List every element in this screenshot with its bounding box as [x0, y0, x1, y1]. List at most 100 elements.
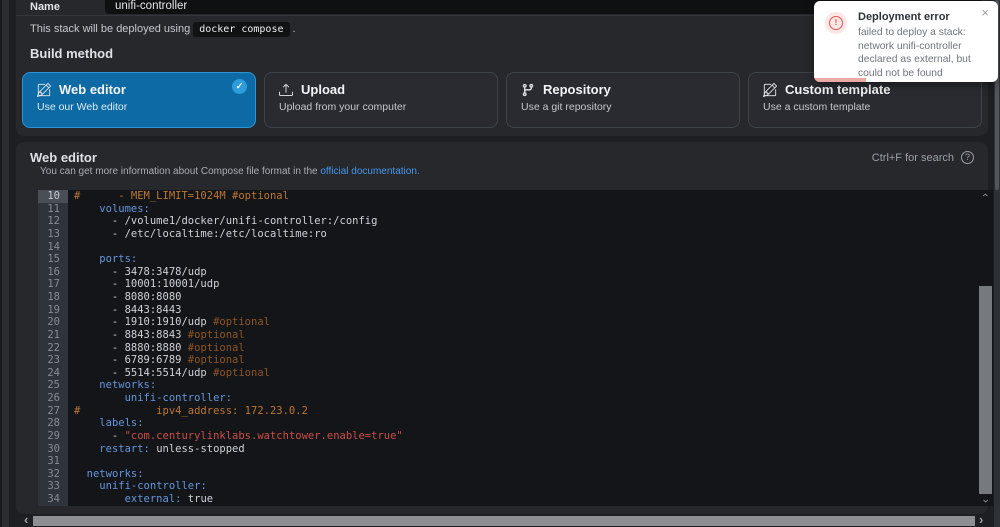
- code-line[interactable]: 34 external: true: [38, 493, 993, 506]
- code-text: labels:: [68, 417, 144, 430]
- card-repository-subtitle: Use a git repository: [521, 101, 725, 113]
- line-number: 21: [38, 329, 68, 342]
- line-number: 24: [38, 367, 68, 380]
- page-horizontal-scrollbar[interactable]: ‹ ›: [0, 514, 1000, 527]
- card-custom-template-subtitle: Use a custom template: [763, 101, 967, 113]
- code-line[interactable]: 13 - /etc/localtime:/etc/localtime:ro: [38, 228, 993, 241]
- build-method-heading: Build method: [30, 46, 113, 61]
- code-line[interactable]: 30 restart: unless-stopped: [38, 443, 993, 456]
- line-number: 31: [38, 455, 68, 468]
- line-number: 27: [38, 405, 68, 418]
- code-line[interactable]: 21 - 8843:8843 #optional: [38, 329, 993, 342]
- line-number: 30: [38, 443, 68, 456]
- code-line[interactable]: 22 - 8880:8880 #optional: [38, 342, 993, 355]
- error-icon: !: [825, 12, 847, 34]
- code-text: unifi-controller:: [68, 392, 232, 405]
- scroll-up-icon[interactable]: ›: [981, 190, 991, 203]
- code-line[interactable]: 24 - 5514:5514/udp #optional: [38, 367, 993, 380]
- line-number: 23: [38, 354, 68, 367]
- deploy-info-text: This stack will be deployed usingdocker …: [30, 22, 296, 37]
- horizontal-scroll-thumb[interactable]: [33, 516, 975, 526]
- compose-info-prefix: You can get more information about Compo…: [40, 166, 320, 177]
- card-web-editor-subtitle: Use our Web editor: [37, 101, 241, 113]
- line-number: 13: [38, 228, 68, 241]
- code-text: restart: unless-stopped: [68, 443, 245, 456]
- code-text: - 1910:1910/udp #optional: [68, 316, 270, 329]
- editor-vertical-scrollbar[interactable]: › ›: [978, 190, 993, 506]
- code-text: - /volume1/docker/unifi-controller:/conf…: [68, 215, 377, 228]
- deployment-error-toast[interactable]: ! Deployment error × failed to deploy a …: [814, 1, 998, 82]
- line-number: 10: [38, 190, 68, 203]
- code-lines: 10# - MEM_LIMIT=1024M #optional11 volume…: [38, 190, 993, 506]
- line-number: 12: [38, 215, 68, 228]
- selected-check-icon: ✓: [232, 79, 247, 94]
- code-line[interactable]: 10# - MEM_LIMIT=1024M #optional: [38, 190, 993, 203]
- git-branch-icon: [521, 83, 535, 97]
- code-text: - 3478:3478/udp: [68, 266, 207, 279]
- deploy-info-prefix: This stack will be deployed using: [30, 23, 190, 35]
- code-text: external: true: [68, 493, 213, 506]
- line-number: 34: [38, 493, 68, 506]
- line-number: 20: [38, 316, 68, 329]
- line-number: 22: [38, 342, 68, 355]
- web-editor-header: Web editor Ctrl+F for search ?: [30, 148, 974, 166]
- docker-compose-chip: docker compose: [193, 22, 289, 37]
- line-number: 33: [38, 480, 68, 493]
- line-number: 11: [38, 203, 68, 216]
- code-text: - 6789:6789 #optional: [68, 354, 245, 367]
- toast-progress-bar: [814, 78, 866, 82]
- error-exclamation-glyph: !: [829, 16, 843, 30]
- card-repository-title: Repository: [543, 82, 611, 97]
- code-line[interactable]: 16 - 3478:3478/udp: [38, 266, 993, 279]
- line-number: 26: [38, 392, 68, 405]
- card-upload-title: Upload: [301, 82, 345, 97]
- editor-scroll-thumb[interactable]: [979, 286, 992, 494]
- pencil-square-icon: [763, 83, 777, 97]
- code-line[interactable]: 14: [38, 241, 993, 254]
- card-custom-template-title: Custom template: [785, 82, 890, 97]
- card-repository[interactable]: Repository Use a git repository: [506, 72, 740, 128]
- code-line[interactable]: 33 unifi-controller:: [38, 480, 993, 493]
- code-line[interactable]: 31: [38, 455, 993, 468]
- line-number: 18: [38, 291, 68, 304]
- scroll-left-icon[interactable]: ‹: [24, 514, 28, 526]
- stack-create-page: Name This stack will be deployed usingdo…: [0, 0, 1000, 527]
- code-text: ports:: [68, 253, 137, 266]
- stack-name-label: Name: [30, 1, 60, 13]
- card-upload[interactable]: Upload Upload from your computer: [264, 72, 498, 128]
- code-line[interactable]: 18 - 8080:8080: [38, 291, 993, 304]
- code-line[interactable]: 32 networks:: [38, 468, 993, 481]
- code-line[interactable]: 20 - 1910:1910/udp #optional: [38, 316, 993, 329]
- scroll-right-icon[interactable]: ›: [979, 514, 983, 526]
- code-line[interactable]: 28 labels:: [38, 417, 993, 430]
- scroll-down-icon[interactable]: ›: [981, 494, 991, 507]
- code-text: networks:: [68, 468, 144, 481]
- code-line[interactable]: 23 - 6789:6789 #optional: [38, 354, 993, 367]
- official-documentation-link[interactable]: official documentation.: [320, 166, 419, 177]
- line-number: 15: [38, 253, 68, 266]
- toast-title: Deployment error: [858, 11, 950, 23]
- toast-message: failed to deploy a stack: network unifi-…: [858, 26, 990, 80]
- upload-icon: [279, 83, 293, 97]
- card-web-editor[interactable]: Web editor Use our Web editor ✓: [22, 72, 256, 128]
- code-line[interactable]: 17 - 10001:10001/udp: [38, 278, 993, 291]
- code-text: unifi-controller:: [68, 480, 207, 493]
- code-line[interactable]: 29 - "com.centurylinklabs.watchtower.ena…: [38, 430, 993, 443]
- code-text: - 8443:8443: [68, 304, 181, 317]
- code-text: - 5514:5514/udp #optional: [68, 367, 270, 380]
- web-editor-widget: Web editor Ctrl+F for search ? You can g…: [16, 142, 988, 514]
- close-icon[interactable]: ×: [981, 5, 989, 20]
- code-line[interactable]: 12 - /volume1/docker/unifi-controller:/c…: [38, 215, 993, 228]
- line-number: 28: [38, 417, 68, 430]
- compose-code-editor[interactable]: 10# - MEM_LIMIT=1024M #optional11 volume…: [38, 190, 993, 506]
- code-line[interactable]: 27# ipv4_address: 172.23.0.2: [38, 405, 993, 418]
- search-hint: Ctrl+F for search: [872, 152, 954, 164]
- code-line[interactable]: 26 unifi-controller:: [38, 392, 993, 405]
- code-text: # - MEM_LIMIT=1024M #optional: [68, 190, 289, 203]
- code-line[interactable]: 15 ports:: [38, 253, 993, 266]
- help-icon[interactable]: ?: [961, 151, 974, 164]
- sidebar-edge: [0, 0, 9, 527]
- code-line[interactable]: 19 - 8443:8443: [38, 304, 993, 317]
- code-line[interactable]: 25 networks:: [38, 379, 993, 392]
- code-line[interactable]: 11 volumes:: [38, 203, 993, 216]
